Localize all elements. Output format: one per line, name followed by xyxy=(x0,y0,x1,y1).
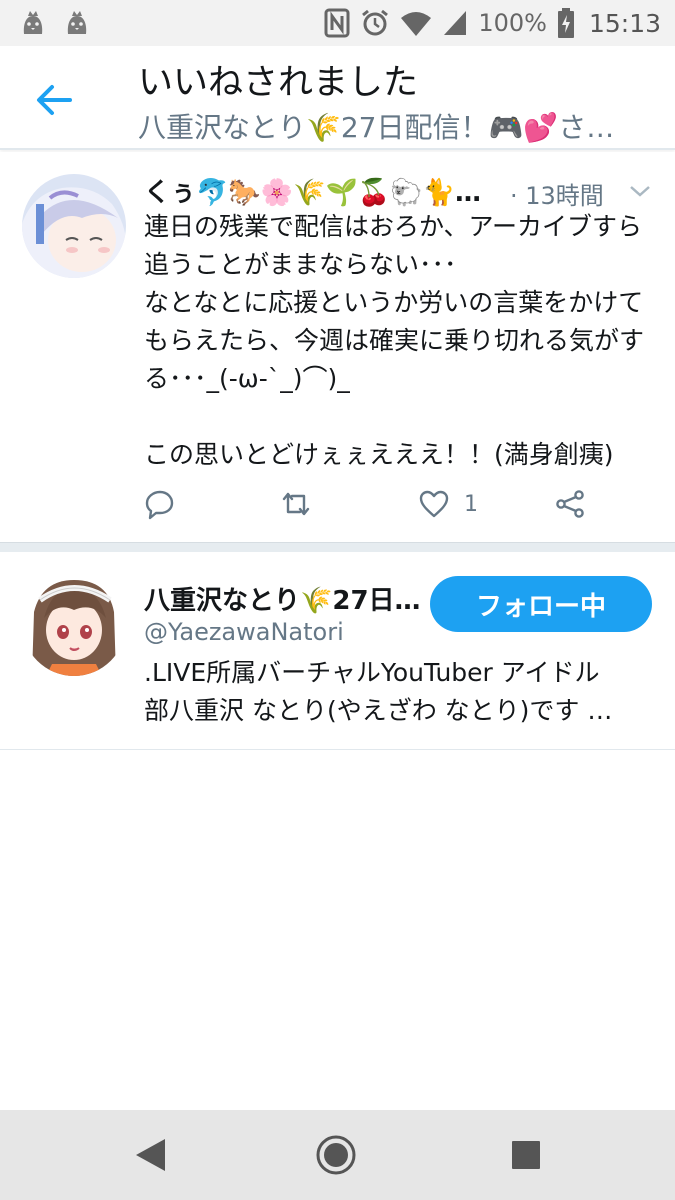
like-count: 1 xyxy=(464,491,478,517)
following-button[interactable]: フォロー中 xyxy=(430,576,652,632)
heart-icon xyxy=(419,490,449,518)
share-button[interactable] xyxy=(554,484,586,524)
page-title: いいねされました xyxy=(138,63,419,103)
reply-icon xyxy=(145,490,174,520)
user-bio: .LIVE所属バーチャルYouTuber アイドル 部八重沢 なとり(やえざわ … xyxy=(144,654,656,730)
tweet-text: 連日の残業で配信はおろか、アーカイブすら追うことがままならない･･･ なとなとに… xyxy=(144,212,645,469)
tweet-timestamp: · 13時間 xyxy=(510,182,604,210)
alarm-icon xyxy=(362,9,389,36)
user-card[interactable]: 八重沢なとり🌾27日… @YaezawaNatori フォロー中 .LIVE所属… xyxy=(0,552,675,750)
signal-icon xyxy=(444,11,467,35)
user-display-name[interactable]: 八重沢なとり🌾27日… xyxy=(144,580,430,617)
battery-percent: 100% xyxy=(478,9,547,37)
status-bar: 100% 15:13 xyxy=(0,0,675,46)
tweet-author-avatar[interactable] xyxy=(22,174,126,278)
back-arrow-icon[interactable] xyxy=(30,76,78,124)
ghost-bird-icon xyxy=(23,11,43,34)
app-bar: いいねされました 八重沢なとり🌾27日配信！🎮💕さ… xyxy=(0,46,675,150)
user-bio-line: .LIVE所属バーチャルYouTuber アイドル xyxy=(144,658,600,687)
page-subtitle: 八重沢なとり🌾27日配信！🎮💕さ… xyxy=(138,111,615,144)
retweet-icon xyxy=(282,492,310,516)
chevron-down-icon[interactable] xyxy=(628,182,652,200)
system-nav-bar xyxy=(0,1110,675,1200)
tweet-author-name[interactable]: くぅ🐬🐎🌸🌾🌱🍒🐑🐈… xyxy=(144,172,481,209)
tweet-actions: 1 xyxy=(144,484,604,524)
nav-back-icon[interactable] xyxy=(132,1135,172,1175)
user-handle[interactable]: @YaezawaNatori xyxy=(144,618,344,646)
nav-recents-icon[interactable] xyxy=(506,1135,546,1175)
reply-button[interactable] xyxy=(144,484,176,524)
tweet-card[interactable]: くぅ🐬🐎🌸🌾🌱🍒🐑🐈… · 13時間 連日の残業で配信はおろか、アーカイブすら追… xyxy=(0,152,675,542)
system-status: 100% 15:13 xyxy=(324,6,661,40)
like-button[interactable]: 1 xyxy=(418,484,478,524)
retweet-button[interactable] xyxy=(280,484,312,524)
notification-icons xyxy=(18,8,92,38)
user-avatar[interactable] xyxy=(22,572,126,676)
nav-home-icon[interactable] xyxy=(316,1135,356,1175)
share-icon xyxy=(556,490,584,518)
battery-charging-icon xyxy=(557,8,574,38)
wifi-icon xyxy=(401,12,432,36)
section-divider xyxy=(0,542,675,552)
user-bio-line: 部八重沢 なとり(やえざわ なとり)です … xyxy=(144,696,613,725)
nfc-icon xyxy=(324,8,350,38)
clock: 15:13 xyxy=(588,8,661,38)
ghost-bird-icon xyxy=(67,11,87,34)
